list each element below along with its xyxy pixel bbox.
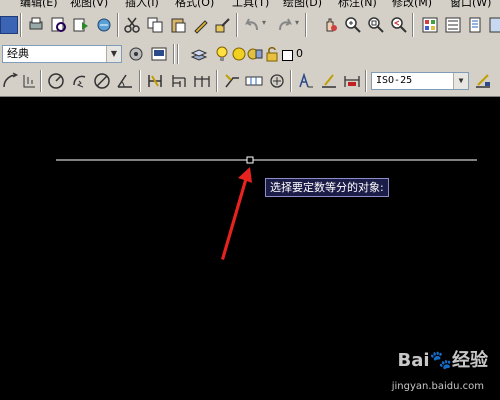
lock-icon[interactable] [263, 45, 281, 63]
match-properties-icon[interactable] [192, 16, 210, 34]
undo-icon[interactable] [243, 16, 261, 34]
dim-angular-icon[interactable] [116, 72, 134, 90]
menu-dimension[interactable]: 标注(N) [338, 0, 377, 8]
redo-icon[interactable] [276, 16, 294, 34]
toolbar-separator [173, 44, 175, 64]
toolbar-grip[interactable] [177, 44, 179, 64]
dim-radius-icon[interactable] [47, 72, 65, 90]
properties-icon[interactable] [421, 16, 439, 34]
toolbar-separator [412, 13, 414, 37]
viewport-freeze-icon[interactable] [246, 45, 264, 63]
center-mark-icon[interactable] [268, 72, 286, 90]
dim-ordinate-icon[interactable] [20, 72, 38, 90]
redo-dropdown-icon[interactable]: ▾ [295, 18, 299, 27]
workspace-save-icon[interactable] [150, 45, 168, 63]
toolbar-separator [236, 13, 238, 37]
toolbar-separator [139, 70, 141, 92]
save-icon[interactable] [0, 16, 18, 34]
menu-view[interactable]: 视图(V) [70, 0, 108, 8]
sheet-set-icon[interactable] [489, 16, 500, 34]
publish-icon[interactable] [72, 16, 90, 34]
block-editor-icon[interactable] [214, 16, 232, 34]
zoom-window-icon[interactable] [367, 16, 385, 34]
annotation-arrow-icon [221, 167, 252, 260]
dim-continue-icon[interactable] [193, 72, 211, 90]
dimension-style-value: ISO-25 [376, 75, 413, 86]
lightbulb-icon[interactable] [213, 45, 231, 63]
dim-arc-length-icon[interactable] [1, 72, 19, 90]
design-center-icon[interactable] [444, 16, 462, 34]
menu-tools[interactable]: 工具(T) [232, 0, 269, 8]
copy-icon[interactable] [146, 16, 164, 34]
zoom-previous-icon[interactable] [390, 16, 408, 34]
quick-dimension-icon[interactable] [146, 72, 164, 90]
toolbar-separator [365, 70, 367, 92]
dimension-style-select[interactable]: ISO-25 ▼ [371, 72, 469, 90]
tolerance-icon[interactable] [245, 72, 263, 90]
baidu-jingyan-watermark: Bai🐾经验 [397, 350, 488, 371]
pickbox-cursor [246, 156, 254, 164]
dim-baseline-icon[interactable] [170, 72, 188, 90]
menu-insert[interactable]: 插入(I) [125, 0, 159, 8]
workspace-select-value: 经典 [7, 47, 29, 60]
dimension-toolbar: ISO-25 ▼ [0, 66, 500, 97]
print-icon[interactable] [27, 16, 45, 34]
menu-modify[interactable]: 修改(M) [392, 0, 432, 8]
menu-edit[interactable]: 编辑(E) [20, 0, 58, 8]
zoom-realtime-icon[interactable] [344, 16, 362, 34]
toolbar-separator [216, 70, 218, 92]
command-prompt-tooltip: 选择要定数等分的对象: [265, 178, 389, 197]
toolbar-separator [20, 13, 22, 37]
menu-window[interactable]: 窗口(W) [450, 0, 491, 8]
quick-leader-icon[interactable] [223, 72, 241, 90]
toolbar-separator [117, 13, 119, 37]
dimension-text-edit-icon[interactable] [320, 72, 338, 90]
undo-dropdown-icon[interactable]: ▾ [262, 18, 266, 27]
layer-name[interactable]: 0 [296, 47, 303, 60]
pan-icon[interactable] [321, 16, 339, 34]
3d-dwf-icon[interactable] [95, 16, 113, 34]
dim-diameter-icon[interactable] [93, 72, 111, 90]
dimension-style-manager-icon[interactable] [474, 72, 492, 90]
dimension-update-icon[interactable] [343, 72, 361, 90]
dim-jogged-icon[interactable] [70, 72, 88, 90]
menu-bar: 编辑(E) 视图(V) 插入(I) 格式(O) 工具(T) 绘图(D) 标注(N… [0, 0, 500, 8]
workspace-layers-toolbar: 经典 ▼ 0 [0, 42, 500, 67]
dimension-edit-icon[interactable] [297, 72, 315, 90]
layer-properties-manager-icon[interactable] [190, 45, 208, 63]
paste-icon[interactable] [169, 16, 187, 34]
chevron-down-icon[interactable]: ▼ [453, 73, 468, 89]
toolbar-separator [305, 13, 307, 37]
chevron-down-icon[interactable]: ▼ [106, 46, 121, 62]
standard-toolbar: ▾ ▾ [0, 8, 500, 43]
toolbar-separator [40, 70, 42, 92]
toolbar-separator [290, 70, 292, 92]
menu-format[interactable]: 格式(O) [175, 0, 214, 8]
workspace-settings-icon[interactable] [127, 45, 145, 63]
cut-icon[interactable] [123, 16, 141, 34]
layer-color-swatch[interactable] [282, 50, 293, 61]
command-prompt-text: 选择要定数等分的对象: [270, 181, 384, 194]
workspace-select[interactable]: 经典 ▼ [2, 45, 122, 63]
tool-palettes-icon[interactable] [467, 16, 485, 34]
watermark-url: jingyan.baidu.com [391, 381, 484, 392]
menu-draw[interactable]: 绘图(D) [283, 0, 322, 8]
plot-preview-icon[interactable] [50, 16, 68, 34]
